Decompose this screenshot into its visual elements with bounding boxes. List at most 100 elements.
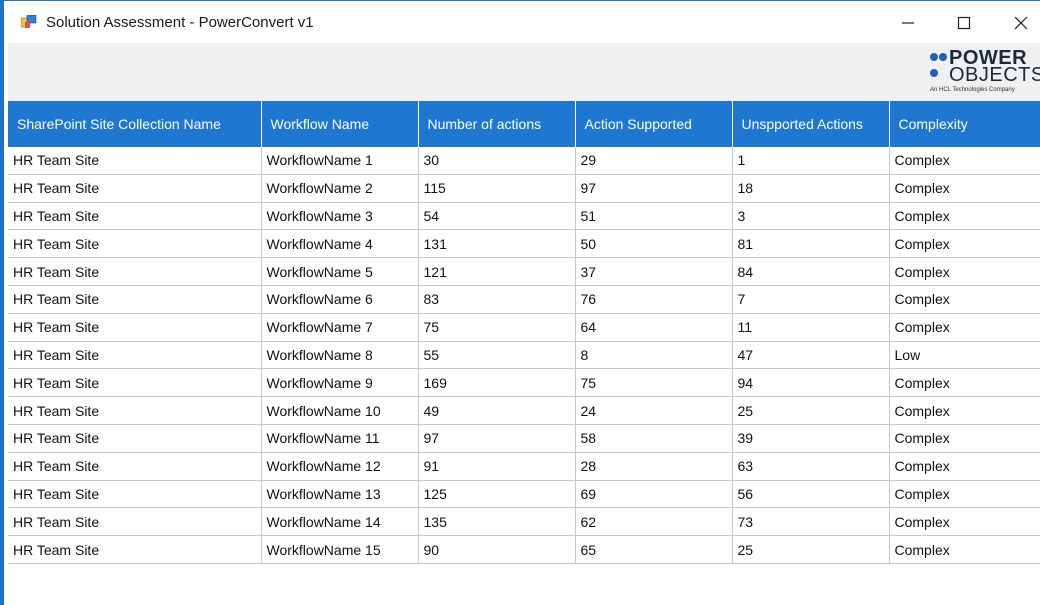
table-row[interactable]: HR Team Site WorkflowName 8 55 8 47 Low bbox=[8, 341, 1040, 370]
number-of-actions-cell[interactable]: 125 bbox=[418, 480, 576, 509]
table-row[interactable]: HR Team Site WorkflowName 2 115 97 18 Complex bbox=[8, 174, 1040, 203]
complexity-cell[interactable]: Complex bbox=[889, 285, 1040, 314]
number-of-actions-cell[interactable]: 131 bbox=[418, 229, 576, 259]
table-row[interactable]: HR Team Site WorkflowName 13 125 69 56 Comple… bbox=[8, 480, 1040, 509]
unsupported-actions-cell[interactable]: 25 bbox=[732, 396, 890, 425]
number-of-actions-cell[interactable]: 115 bbox=[418, 174, 576, 203]
complexity-cell[interactable]: Complex bbox=[889, 480, 1040, 509]
complexity-cell[interactable]: Complex bbox=[889, 313, 1040, 342]
unsupported-actions-cell[interactable]: 56 bbox=[732, 480, 890, 509]
table-row[interactable]: HR Team Site WorkflowName 4 131 50 81 Complex bbox=[8, 229, 1040, 259]
site-collection-cell[interactable]: HR Team Site bbox=[8, 368, 262, 398]
workflow-name-cell[interactable]: WorkflowName 3 bbox=[261, 202, 419, 231]
complexity-cell[interactable]: Complex bbox=[889, 507, 1040, 537]
complexity-cell[interactable]: Complex bbox=[889, 257, 1040, 286]
unsupported-actions-cell[interactable]: 63 bbox=[732, 452, 890, 481]
unsupported-actions-cell[interactable]: 3 bbox=[732, 202, 890, 231]
maximize-button[interactable] bbox=[941, 2, 987, 43]
table-row[interactable]: HR Team Site WorkflowName 6 83 76 7 Complex bbox=[8, 285, 1040, 314]
action-supported-cell[interactable]: 62 bbox=[575, 507, 733, 537]
site-collection-cell[interactable]: HR Team Site bbox=[8, 507, 262, 537]
assessment-grid[interactable]: SharePoint Site Collection Name Workflow … bbox=[8, 101, 1040, 564]
action-supported-cell[interactable]: 76 bbox=[575, 285, 733, 314]
site-collection-cell[interactable]: HR Team Site bbox=[8, 285, 262, 314]
complexity-cell[interactable]: Low bbox=[889, 341, 1040, 370]
site-collection-cell[interactable]: HR Team Site bbox=[8, 452, 262, 481]
number-of-actions-cell[interactable]: 30 bbox=[418, 147, 576, 175]
table-row[interactable]: HR Team Site WorkflowName 11 97 58 39 Complex bbox=[8, 424, 1040, 453]
table-row[interactable]: HR Team Site WorkflowName 14 135 62 73 Comple… bbox=[8, 507, 1040, 537]
table-row[interactable]: HR Team Site WorkflowName 7 75 64 11 Complex bbox=[8, 313, 1040, 342]
action-supported-cell[interactable]: 65 bbox=[575, 535, 733, 564]
workflow-name-cell[interactable]: WorkflowName 7 bbox=[261, 313, 419, 342]
action-supported-cell[interactable]: 51 bbox=[575, 202, 733, 231]
action-supported-cell[interactable]: 8 bbox=[575, 341, 733, 370]
unsupported-actions-cell[interactable]: 1 bbox=[732, 147, 890, 175]
action-supported-cell[interactable]: 58 bbox=[575, 424, 733, 453]
action-supported-cell[interactable]: 97 bbox=[575, 174, 733, 203]
complexity-cell[interactable]: Complex bbox=[889, 424, 1040, 453]
complexity-cell[interactable]: Complex bbox=[889, 396, 1040, 425]
table-row[interactable]: HR Team Site WorkflowName 15 90 65 25 Complex bbox=[8, 535, 1040, 564]
column-header[interactable]: Unspported Actions bbox=[732, 101, 890, 147]
complexity-cell[interactable]: Complex bbox=[889, 452, 1040, 481]
site-collection-cell[interactable]: HR Team Site bbox=[8, 147, 262, 175]
close-button[interactable] bbox=[998, 2, 1040, 43]
workflow-name-cell[interactable]: WorkflowName 12 bbox=[261, 452, 419, 481]
workflow-name-cell[interactable]: WorkflowName 2 bbox=[261, 174, 419, 203]
number-of-actions-cell[interactable]: 54 bbox=[418, 202, 576, 231]
site-collection-cell[interactable]: HR Team Site bbox=[8, 313, 262, 342]
column-header[interactable]: Complexity bbox=[889, 101, 1040, 147]
number-of-actions-cell[interactable]: 97 bbox=[418, 424, 576, 453]
action-supported-cell[interactable]: 64 bbox=[575, 313, 733, 342]
complexity-cell[interactable]: Complex bbox=[889, 368, 1040, 398]
site-collection-cell[interactable]: HR Team Site bbox=[8, 424, 262, 453]
action-supported-cell[interactable]: 24 bbox=[575, 396, 733, 425]
site-collection-cell[interactable]: HR Team Site bbox=[8, 396, 262, 425]
action-supported-cell[interactable]: 50 bbox=[575, 229, 733, 259]
action-supported-cell[interactable]: 75 bbox=[575, 368, 733, 398]
site-collection-cell[interactable]: HR Team Site bbox=[8, 535, 262, 564]
column-header[interactable]: Number of actions bbox=[418, 101, 576, 147]
table-row[interactable]: HR Team Site WorkflowName 12 91 28 63 Complex bbox=[8, 452, 1040, 481]
number-of-actions-cell[interactable]: 83 bbox=[418, 285, 576, 314]
workflow-name-cell[interactable]: WorkflowName 9 bbox=[261, 368, 419, 398]
action-supported-cell[interactable]: 28 bbox=[575, 452, 733, 481]
unsupported-actions-cell[interactable]: 73 bbox=[732, 507, 890, 537]
complexity-cell[interactable]: Complex bbox=[889, 147, 1040, 175]
number-of-actions-cell[interactable]: 135 bbox=[418, 507, 576, 537]
column-header[interactable]: SharePoint Site Collection Name bbox=[8, 101, 262, 147]
action-supported-cell[interactable]: 29 bbox=[575, 147, 733, 175]
unsupported-actions-cell[interactable]: 7 bbox=[732, 285, 890, 314]
workflow-name-cell[interactable]: WorkflowName 4 bbox=[261, 229, 419, 259]
column-header[interactable]: Action Supported bbox=[575, 101, 733, 147]
complexity-cell[interactable]: Complex bbox=[889, 202, 1040, 231]
table-row[interactable]: HR Team Site WorkflowName 3 54 51 3 Complex bbox=[8, 202, 1040, 231]
action-supported-cell[interactable]: 37 bbox=[575, 257, 733, 286]
site-collection-cell[interactable]: HR Team Site bbox=[8, 174, 262, 203]
site-collection-cell[interactable]: HR Team Site bbox=[8, 480, 262, 509]
unsupported-actions-cell[interactable]: 25 bbox=[732, 535, 890, 564]
number-of-actions-cell[interactable]: 91 bbox=[418, 452, 576, 481]
table-row[interactable]: HR Team Site WorkflowName 10 49 24 25 Complex bbox=[8, 396, 1040, 425]
site-collection-cell[interactable]: HR Team Site bbox=[8, 341, 262, 370]
site-collection-cell[interactable]: HR Team Site bbox=[8, 202, 262, 231]
table-row[interactable]: HR Team Site WorkflowName 5 121 37 84 Complex bbox=[8, 257, 1040, 286]
workflow-name-cell[interactable]: WorkflowName 11 bbox=[261, 424, 419, 453]
unsupported-actions-cell[interactable]: 84 bbox=[732, 257, 890, 286]
site-collection-cell[interactable]: HR Team Site bbox=[8, 257, 262, 286]
title-bar[interactable]: Solution Assessment - PowerConvert v1 bbox=[8, 2, 1040, 43]
number-of-actions-cell[interactable]: 169 bbox=[418, 368, 576, 398]
action-supported-cell[interactable]: 69 bbox=[575, 480, 733, 509]
unsupported-actions-cell[interactable]: 94 bbox=[732, 368, 890, 398]
number-of-actions-cell[interactable]: 121 bbox=[418, 257, 576, 286]
workflow-name-cell[interactable]: WorkflowName 1 bbox=[261, 147, 419, 175]
complexity-cell[interactable]: Complex bbox=[889, 535, 1040, 564]
workflow-name-cell[interactable]: WorkflowName 10 bbox=[261, 396, 419, 425]
number-of-actions-cell[interactable]: 55 bbox=[418, 341, 576, 370]
minimize-button[interactable] bbox=[885, 2, 931, 43]
unsupported-actions-cell[interactable]: 39 bbox=[732, 424, 890, 453]
number-of-actions-cell[interactable]: 90 bbox=[418, 535, 576, 564]
table-row[interactable]: HR Team Site WorkflowName 9 169 75 94 Complex bbox=[8, 368, 1040, 398]
workflow-name-cell[interactable]: WorkflowName 8 bbox=[261, 341, 419, 370]
